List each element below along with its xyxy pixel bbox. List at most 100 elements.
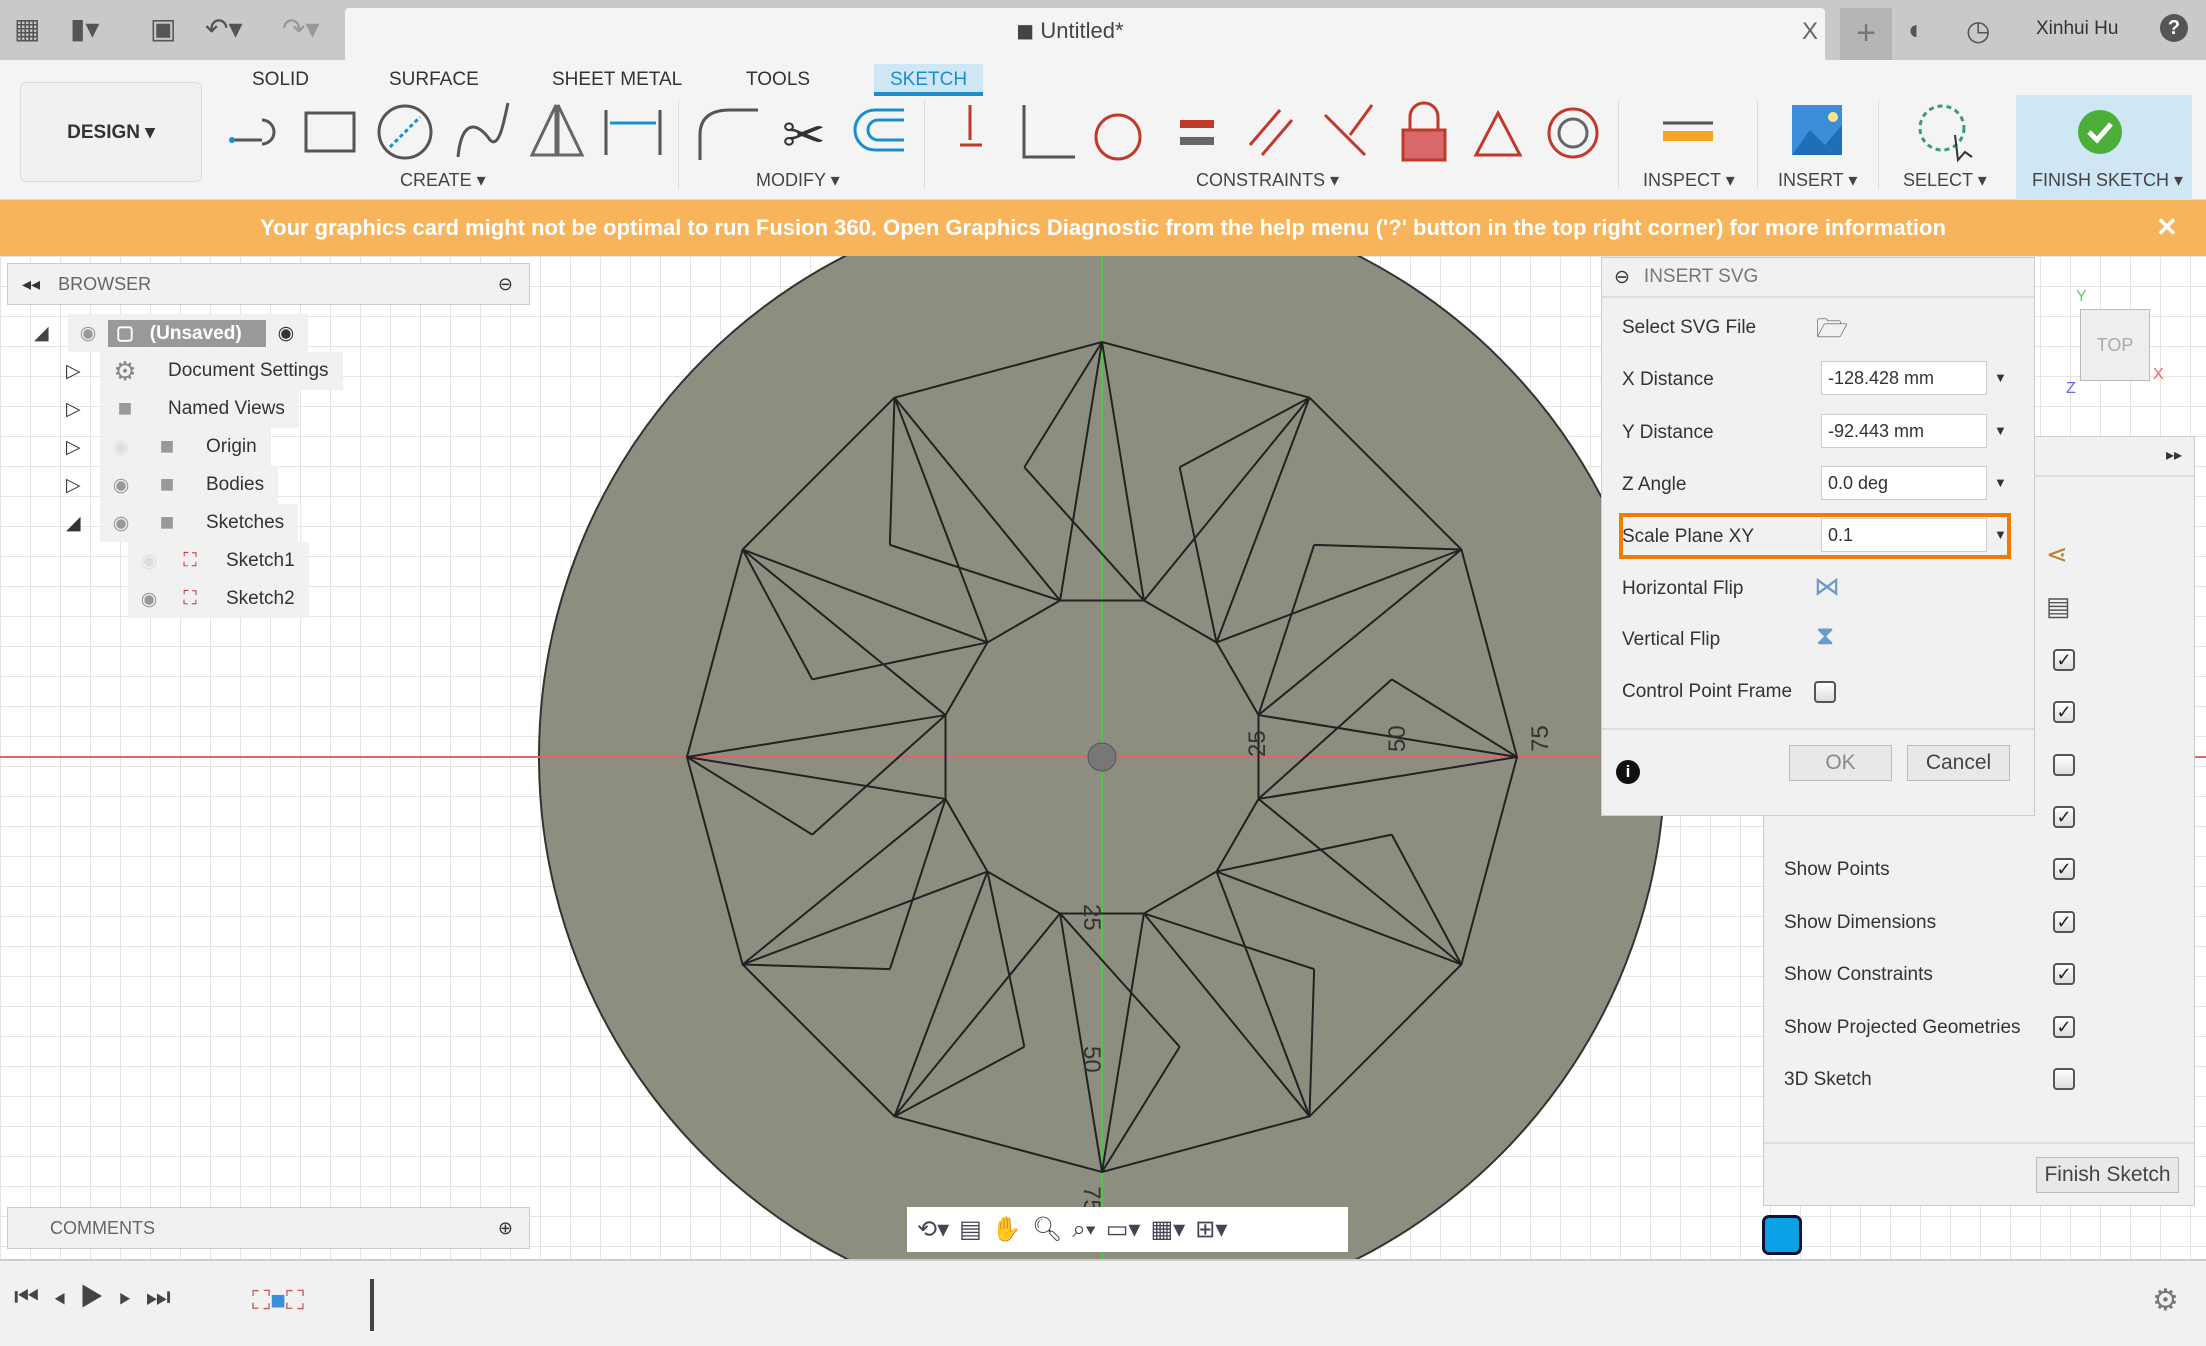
file-menu-icon[interactable]: ▮▾ bbox=[70, 12, 99, 45]
insert-menu[interactable]: INSERT ▾ bbox=[1778, 170, 1857, 191]
ok-button[interactable]: OK bbox=[1789, 745, 1892, 781]
pan-icon[interactable]: ✋ bbox=[992, 1215, 1022, 1244]
finish-sketch-icon[interactable] bbox=[2078, 110, 2122, 154]
perpendicular-icon[interactable] bbox=[1022, 105, 1075, 159]
show-points-checkbox[interactable]: ✓ bbox=[2053, 858, 2075, 880]
go-to-end-icon[interactable]: ⏭ bbox=[146, 1281, 185, 1312]
app-grid-icon[interactable]: ▦ bbox=[14, 12, 40, 45]
finish-sketch-menu[interactable]: FINISH SKETCH ▾ bbox=[2032, 170, 2183, 191]
tree-item-bodies[interactable]: ▷ ◉ ■ Bodies bbox=[66, 466, 343, 504]
line-icon[interactable] bbox=[229, 118, 276, 146]
go-to-start-icon[interactable]: ⏮ bbox=[14, 1281, 53, 1312]
redo-icon[interactable]: ↷▾ bbox=[282, 12, 320, 45]
expanded-icon[interactable]: ◢ bbox=[66, 512, 100, 535]
play-icon[interactable]: ▶ bbox=[80, 1281, 119, 1312]
grid-settings-icon[interactable]: ▦▾ bbox=[1150, 1215, 1185, 1244]
browser-pin-icon[interactable]: ⊖ bbox=[498, 274, 513, 295]
expanded-icon[interactable]: ◢ bbox=[34, 322, 68, 345]
y-distance-dropdown-icon[interactable]: ▼ bbox=[1994, 423, 2007, 438]
eye-icon[interactable]: ◉ bbox=[100, 512, 142, 535]
eye-icon[interactable]: ◉ bbox=[68, 322, 108, 345]
expand-palette-icon[interactable]: ▸▸ bbox=[2166, 445, 2182, 465]
symmetry-icon[interactable] bbox=[1473, 109, 1523, 157]
tree-item-named-views[interactable]: ▷ ■ Named Views bbox=[66, 390, 343, 428]
tree-root[interactable]: ◢ ◉ ▢ (Unsaved) ◉ bbox=[34, 314, 343, 352]
control-point-frame-checkbox[interactable] bbox=[1814, 681, 1836, 703]
timeline-settings-icon[interactable]: ⚙ bbox=[2152, 1283, 2179, 1318]
collapsed-icon[interactable]: ▷ bbox=[66, 398, 100, 421]
job-status-icon[interactable]: ◷ bbox=[1966, 14, 1990, 47]
tab-sketch[interactable]: SKETCH bbox=[874, 64, 984, 96]
step-forward-icon[interactable]: ▸ bbox=[119, 1281, 146, 1312]
dimension-icon[interactable] bbox=[604, 110, 662, 155]
step-back-icon[interactable]: ◂ bbox=[53, 1281, 80, 1312]
equal-icon[interactable] bbox=[1180, 120, 1214, 145]
tree-item-sketches[interactable]: ◢ ◉ ■ Sketches bbox=[66, 504, 343, 542]
constraints-menu[interactable]: CONSTRAINTS ▾ bbox=[1196, 170, 1339, 191]
activate-radio-icon[interactable]: ◉ bbox=[278, 322, 295, 345]
vertical-flip-icon[interactable]: ⧗ bbox=[1816, 620, 1834, 652]
undo-icon[interactable]: ↶▾ bbox=[205, 12, 243, 45]
modify-menu[interactable]: MODIFY ▾ bbox=[756, 170, 840, 191]
horizontal-flip-icon[interactable]: ⋈ bbox=[1814, 571, 1840, 602]
show-profile-checkbox[interactable]: ✓ bbox=[2053, 806, 2075, 828]
option-checkbox[interactable]: ✓ bbox=[2053, 701, 2075, 723]
user-name[interactable]: Xinhui Hu bbox=[2036, 18, 2118, 40]
collapsed-icon[interactable]: ▷ bbox=[66, 436, 100, 459]
scale-dropdown-icon[interactable]: ▼ bbox=[1994, 527, 2007, 542]
tab-tools[interactable]: TOOLS bbox=[730, 64, 826, 96]
timeline-marker[interactable] bbox=[370, 1279, 374, 1331]
sketch-feature-icon[interactable]: ⛶ bbox=[252, 1285, 270, 1315]
circle-icon[interactable] bbox=[377, 104, 433, 160]
select-menu[interactable]: SELECT ▾ bbox=[1903, 170, 1987, 191]
look-at-icon[interactable]: ▤ bbox=[959, 1215, 982, 1244]
display-settings-icon[interactable]: ▭▾ bbox=[1106, 1215, 1141, 1244]
trim-icon[interactable]: ✂ bbox=[782, 107, 826, 165]
insert-image-icon[interactable] bbox=[1792, 105, 1842, 155]
eye-icon[interactable]: ◉ bbox=[128, 588, 170, 611]
fix-icon[interactable] bbox=[1401, 101, 1447, 162]
tab-surface[interactable]: SURFACE bbox=[373, 64, 495, 96]
show-projected-geometries-checkbox[interactable]: ✓ bbox=[2053, 1016, 2075, 1038]
tab-solid[interactable]: SOLID bbox=[236, 64, 325, 96]
zoom-icon[interactable]: 🔍︎ bbox=[1032, 1215, 1062, 1244]
root-component[interactable]: ▢ (Unsaved) bbox=[108, 319, 266, 347]
save-icon[interactable]: ▣ bbox=[150, 12, 176, 45]
finish-sketch-button[interactable]: Finish Sketch bbox=[2036, 1157, 2179, 1193]
collinear-icon[interactable] bbox=[1323, 104, 1374, 157]
collapse-dialog-icon[interactable]: ⊖ bbox=[1614, 266, 1630, 289]
new-tab-button[interactable]: + bbox=[1840, 8, 1892, 60]
tree-item-sketch2[interactable]: ◉ ⛶ Sketch2 bbox=[128, 580, 343, 618]
spline-icon[interactable] bbox=[456, 102, 510, 158]
parallel-icon[interactable] bbox=[1248, 109, 1294, 156]
tree-item-document-settings[interactable]: ▷ ⚙ Document Settings bbox=[66, 352, 343, 390]
collapsed-icon[interactable]: ▷ bbox=[66, 360, 100, 383]
look-at-icon[interactable]: ⋖ bbox=[2046, 539, 2068, 570]
fillet-icon[interactable] bbox=[698, 108, 758, 160]
eye-icon[interactable]: ◉ bbox=[100, 474, 142, 497]
color-swatch[interactable] bbox=[1762, 1215, 1802, 1255]
scale-plane-input[interactable]: 0.1 bbox=[1821, 518, 1987, 552]
cancel-button[interactable]: Cancel bbox=[1907, 745, 2010, 781]
option-checkbox[interactable]: ✓ bbox=[2053, 649, 2075, 671]
y-distance-input[interactable]: -92.443 mm bbox=[1821, 414, 1987, 448]
inspect-menu[interactable]: INSPECT ▾ bbox=[1643, 170, 1735, 191]
fit-icon[interactable]: ⌕▾ bbox=[1072, 1216, 1096, 1244]
info-icon[interactable]: i bbox=[1616, 760, 1640, 784]
tree-item-origin[interactable]: ▷ ◉ ■ Origin bbox=[66, 428, 343, 466]
eye-hidden-icon[interactable]: ◉ bbox=[128, 550, 170, 573]
viewcube[interactable]: TOP bbox=[2080, 309, 2150, 381]
origin-point[interactable] bbox=[1087, 742, 1117, 772]
comments-panel[interactable]: COMMENTS ⊕ bbox=[7, 1207, 530, 1249]
banner-close-button[interactable]: ✕ bbox=[2156, 212, 2178, 243]
create-menu[interactable]: CREATE ▾ bbox=[400, 170, 486, 191]
eye-hidden-icon[interactable]: ◉ bbox=[100, 436, 142, 459]
slice-icon[interactable]: ▤ bbox=[2046, 591, 2071, 622]
sketch-feature-icon[interactable]: ⛶ bbox=[286, 1285, 304, 1315]
show-dimensions-checkbox[interactable]: ✓ bbox=[2053, 911, 2075, 933]
3d-sketch-checkbox[interactable] bbox=[2053, 1068, 2075, 1090]
close-tab-button[interactable]: X bbox=[1802, 18, 1818, 46]
extensions-icon[interactable]: ◐ bbox=[1908, 14, 1925, 46]
collapse-browser-icon[interactable]: ◂◂ bbox=[22, 274, 40, 295]
collapsed-icon[interactable]: ▷ bbox=[66, 474, 100, 497]
